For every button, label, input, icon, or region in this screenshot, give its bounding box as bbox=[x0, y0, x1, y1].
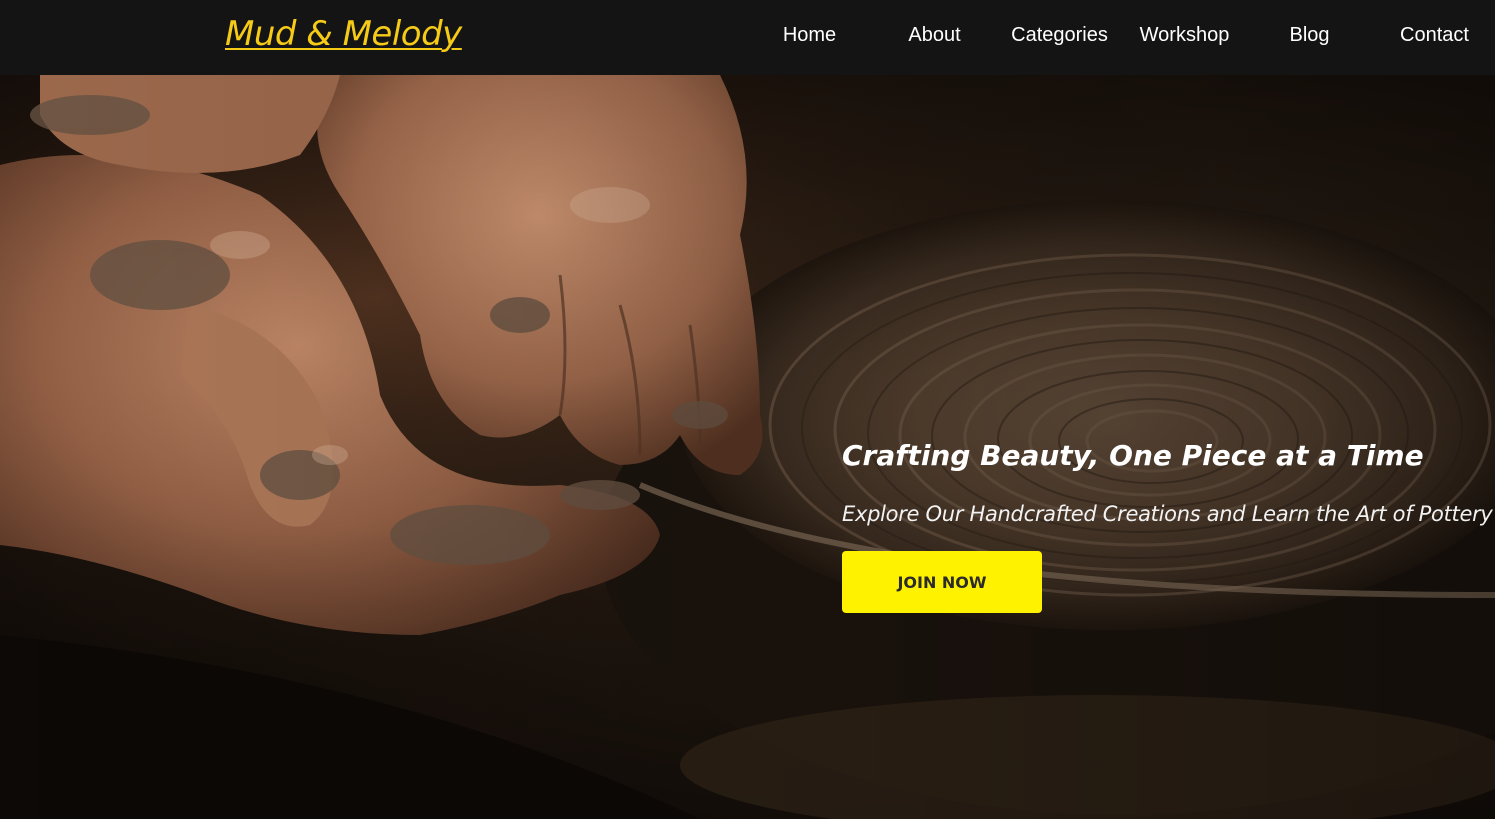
nav-item-contact[interactable]: Contact bbox=[1372, 24, 1495, 47]
hero-subtitle: Explore Our Handcrafted Creations and Le… bbox=[842, 502, 1493, 526]
page: Mud & Melody Home About Categories Works… bbox=[0, 0, 1495, 819]
nav-item-about[interactable]: About bbox=[872, 24, 997, 47]
hero-section: Crafting Beauty, One Piece at a Time Exp… bbox=[0, 75, 1495, 819]
nav-item-home[interactable]: Home bbox=[747, 24, 872, 47]
brand-logo[interactable]: Mud & Melody bbox=[225, 14, 462, 54]
nav-item-workshop[interactable]: Workshop bbox=[1122, 24, 1247, 47]
nav-item-categories[interactable]: Categories bbox=[997, 24, 1122, 47]
join-now-button[interactable]: JOIN NOW bbox=[842, 551, 1042, 613]
hero-title: Crafting Beauty, One Piece at a Time bbox=[842, 439, 1424, 472]
top-navbar: Mud & Melody Home About Categories Works… bbox=[0, 0, 1495, 75]
nav-item-blog[interactable]: Blog bbox=[1247, 24, 1372, 47]
